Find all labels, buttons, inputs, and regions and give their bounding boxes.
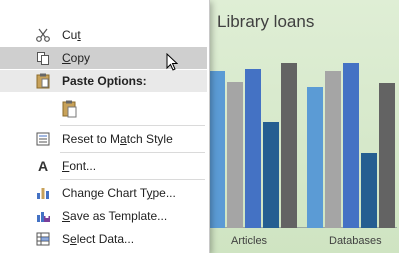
menu-item-select-data[interactable]: Select Data... (0, 228, 207, 250)
menu-separator (60, 125, 205, 126)
bar-databases-series-4[interactable] (361, 152, 377, 228)
chart-type-icon (35, 185, 51, 201)
menu-item-label: Cut (62, 28, 81, 42)
menu-item-label: Font... (62, 159, 97, 173)
bar-articles-series-3[interactable] (245, 68, 261, 228)
bar-databases-series-1[interactable] (307, 87, 323, 228)
menu-item-save-as-template[interactable]: Save as Template... (0, 205, 207, 227)
paste-icon[interactable] (62, 100, 78, 118)
mouse-pointer-icon (166, 52, 179, 76)
copy-icon (35, 50, 51, 66)
scissors-icon (35, 27, 51, 43)
menu-item-label: Change Chart Type... (62, 186, 176, 200)
menu-item-label: Select Data... (62, 232, 135, 246)
context-menu: Cut Copy Paste Options: Reset to Match S… (0, 0, 210, 253)
clipboard-icon (35, 73, 51, 89)
plot-area (207, 45, 397, 228)
chart-title: Library loans (217, 12, 315, 31)
bar-databases-series-3[interactable] (343, 63, 359, 228)
category-label-articles: Articles (231, 235, 268, 247)
menu-item-cut[interactable]: Cut (0, 24, 207, 46)
menu-separator (60, 152, 205, 153)
reset-style-icon (35, 131, 51, 147)
menu-item-change-chart-type[interactable]: Change Chart Type... (0, 182, 207, 204)
menu-item-paste-keep[interactable] (0, 96, 207, 122)
bar-databases-series-5[interactable] (379, 83, 395, 228)
select-data-icon (35, 231, 51, 247)
menu-item-label: Reset to Match Style (62, 132, 173, 146)
menu-item-label: Save as Template... (62, 209, 168, 223)
save-template-icon (35, 208, 51, 224)
bar-articles-series-4[interactable] (263, 121, 279, 228)
bar-databases-series-2[interactable] (325, 70, 341, 228)
bar-articles-series-1[interactable] (209, 70, 225, 228)
category-label-databases: Databases (329, 235, 382, 247)
bar-articles-series-5[interactable] (281, 63, 297, 228)
menu-item-reset-to-match-style[interactable]: Reset to Match Style (0, 128, 207, 150)
menu-separator (60, 179, 205, 180)
font-icon: A (37, 158, 49, 174)
menu-item-font[interactable]: A Font... (0, 155, 207, 177)
bar-articles-series-2[interactable] (227, 81, 243, 228)
chart-area[interactable]: Library loans Articles Databases (200, 0, 399, 253)
menu-item-label: Paste Options: (62, 74, 147, 88)
menu-item-label: Copy (62, 51, 91, 65)
